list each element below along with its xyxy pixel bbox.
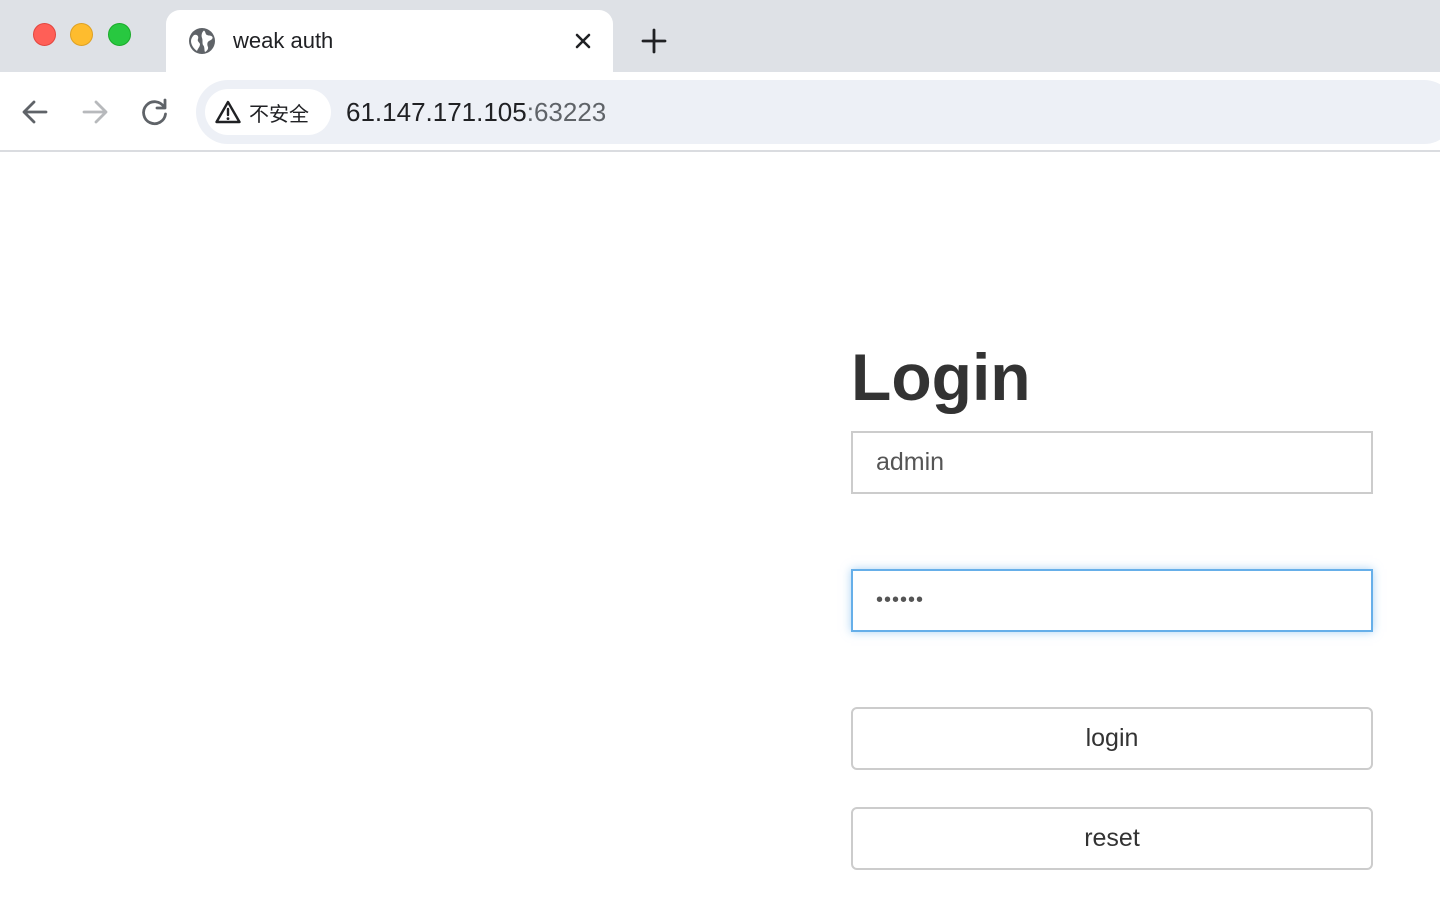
back-arrow-icon[interactable] [17, 94, 53, 130]
login-button[interactable]: login [851, 707, 1373, 770]
reset-button[interactable]: reset [851, 807, 1373, 870]
maximize-window-button[interactable] [108, 23, 131, 46]
plus-icon[interactable] [638, 25, 670, 57]
close-window-button[interactable] [33, 23, 56, 46]
username-input[interactable]: admin [851, 431, 1373, 494]
page-title: Login [851, 340, 1031, 414]
close-icon[interactable] [570, 28, 596, 54]
address-bar[interactable]: 不安全 61.147.171.105:63223 [196, 80, 1440, 144]
login-button-label: login [1085, 724, 1139, 752]
globe-icon [189, 28, 215, 54]
password-input[interactable]: •••••• [851, 569, 1373, 632]
tab-strip: weak auth [0, 0, 1440, 72]
security-chip[interactable]: 不安全 [205, 89, 331, 135]
browser-tab[interactable]: weak auth [166, 10, 613, 72]
warning-icon [215, 100, 241, 124]
reload-icon[interactable] [137, 94, 173, 130]
page-content: Login admin •••••• login reset [0, 154, 1440, 909]
password-value: •••••• [876, 589, 925, 611]
minimize-window-button[interactable] [70, 23, 93, 46]
tab-title: weak auth [233, 28, 334, 53]
reset-button-label: reset [1084, 824, 1140, 852]
security-label: 不安全 [249, 101, 309, 126]
username-value: admin [876, 448, 945, 476]
forward-arrow-icon[interactable] [77, 94, 113, 130]
browser-toolbar: 不安全 61.147.171.105:63223 [0, 72, 1440, 152]
url-text[interactable]: 61.147.171.105:63223 [346, 96, 606, 128]
url-port: :63223 [526, 97, 607, 127]
url-host: 61.147.171.105 [346, 97, 527, 127]
